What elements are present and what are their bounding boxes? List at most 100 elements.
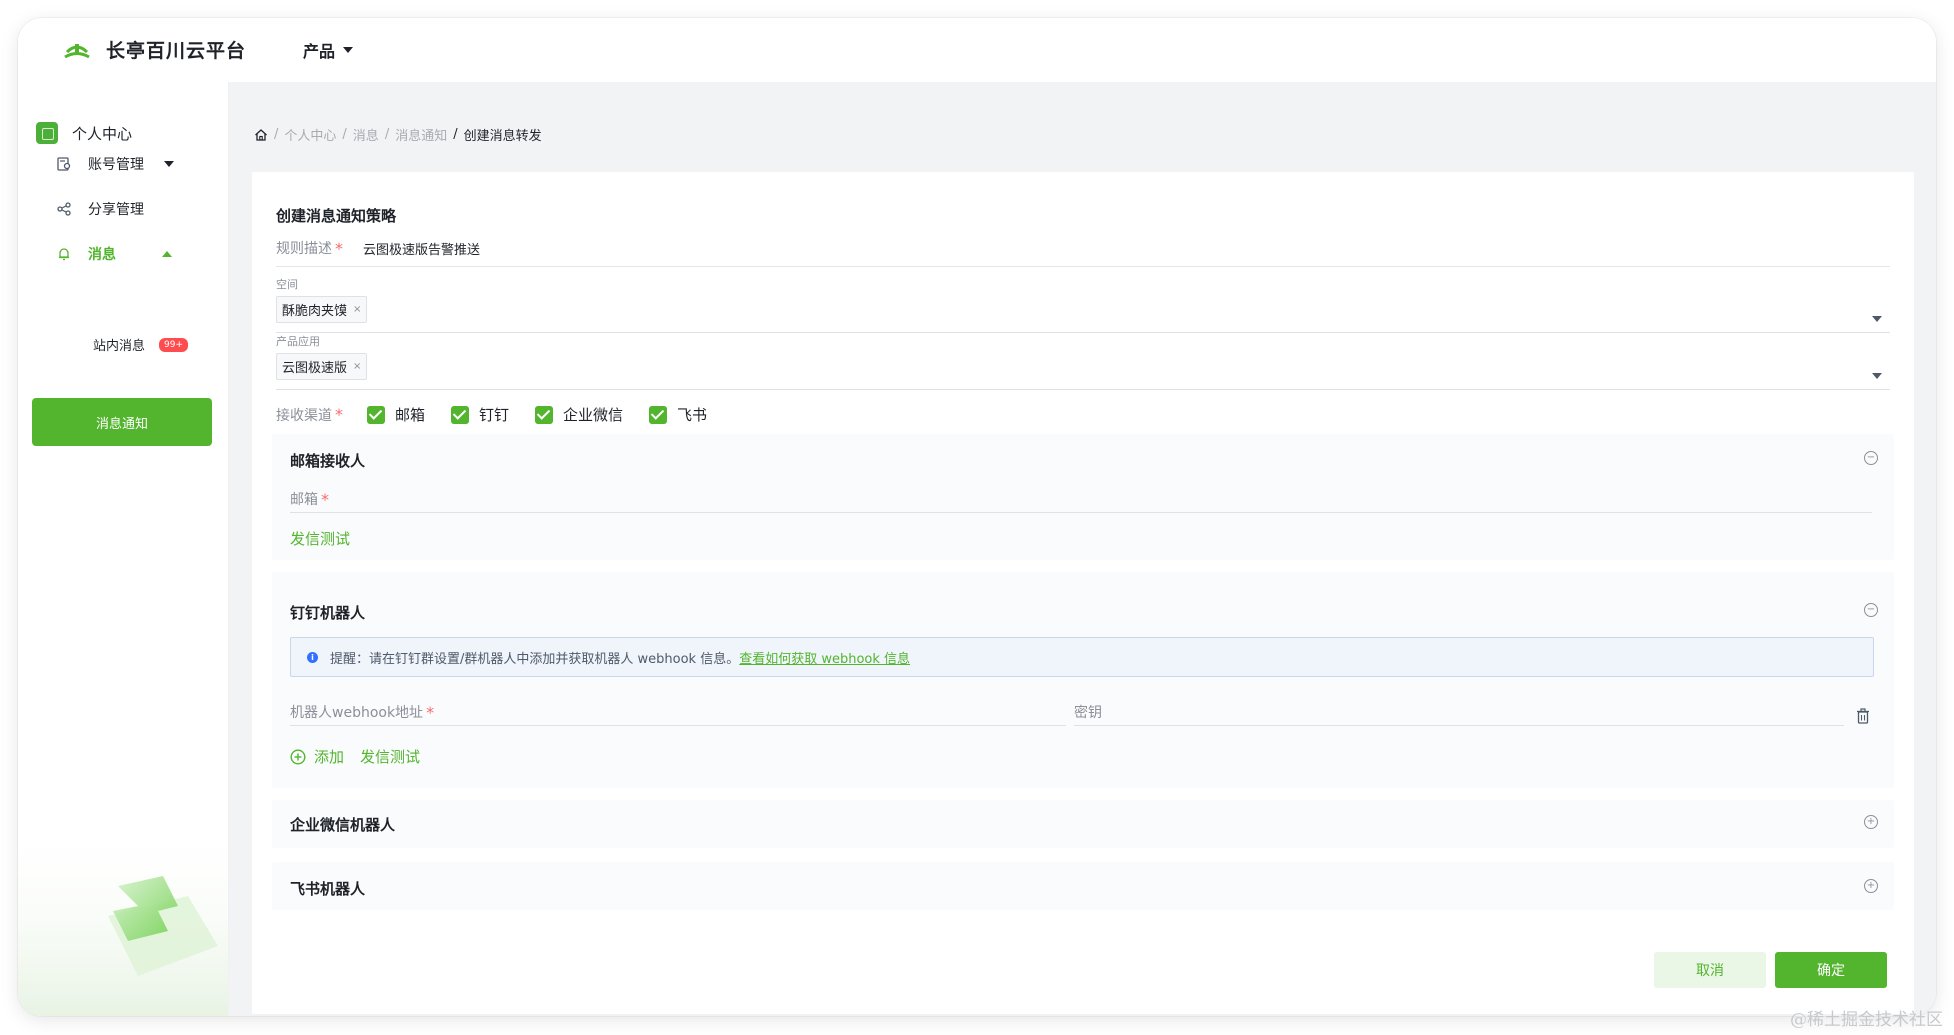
field-label: 产品应用 [276, 335, 320, 348]
field-label: 空间 [276, 278, 298, 291]
rule-description-field[interactable]: 规则描述 * 云图极速版告警推送 [276, 230, 1890, 267]
channel-wecom-checkbox[interactable]: 企业微信 [535, 404, 623, 425]
sidebar-header: 个人中心 [36, 122, 132, 144]
sidebar-subitem-notifications[interactable]: 消息通知 [32, 398, 212, 446]
send-test-link[interactable]: 发信测试 [360, 746, 420, 767]
tag-label: 云图极速版 [282, 361, 348, 376]
brand-logo-icon[interactable] [64, 38, 90, 62]
field-label: 邮箱 [290, 492, 318, 508]
email-recipients-section: 邮箱接收人 − 邮箱 * 发信测试 [272, 434, 1894, 560]
field-label: 机器人webhook地址 [290, 705, 424, 721]
decorative-illustration [18, 816, 228, 1016]
email-input[interactable]: 邮箱 * [290, 486, 1872, 513]
channel-group: 接收渠道 * 邮箱 钉钉 企业微信 飞书 [276, 404, 707, 425]
share-icon [56, 201, 72, 217]
channel-dingtalk-checkbox[interactable]: 钉钉 [451, 404, 509, 425]
home-icon[interactable] [254, 128, 268, 142]
sidebar-subitem-label: 站内消息 [93, 339, 146, 354]
expand-icon[interactable]: + [1864, 879, 1878, 893]
add-webhook-button[interactable]: 添加 [290, 746, 344, 767]
channel-feishu-checkbox[interactable]: 飞书 [649, 404, 707, 425]
sidebar-item-messages[interactable]: 消息 [56, 244, 172, 264]
sidebar: 个人中心 账号管理 分享管理 消息 站内消息 99+ 消息通知 [18, 82, 229, 1016]
required-mark: * [321, 489, 329, 509]
channel-email-checkbox[interactable]: 邮箱 [367, 404, 425, 425]
add-circle-icon [290, 748, 306, 765]
chevron-down-icon [1872, 316, 1882, 322]
breadcrumb-item[interactable]: 个人中心 [284, 125, 336, 144]
sidebar-subitem-label: 消息通知 [95, 416, 148, 432]
sidebar-subitem-inbox[interactable]: 站内消息 99+ [93, 335, 189, 354]
feishu-robot-section[interactable]: 飞书机器人 + [272, 862, 1894, 910]
top-navbar: 长亭百川云平台 产品 [18, 18, 1936, 82]
chevron-down-icon [164, 161, 174, 167]
sidebar-item-label: 分享管理 [88, 202, 144, 218]
personal-center-icon [36, 122, 58, 144]
info-icon: i [307, 651, 318, 663]
collapse-icon[interactable]: − [1864, 451, 1878, 465]
section-title: 企业微信机器人 [290, 816, 396, 834]
alert-text: 提醒：请在钉钉群设置/群机器人中添加并获取机器人 webhook 信息。 [330, 651, 740, 667]
product-menu[interactable]: 产品 [303, 38, 354, 62]
field-label: 密钥 [1074, 705, 1102, 721]
section-title: 飞书机器人 [290, 880, 366, 898]
product-app-select[interactable]: 产品应用 云图极速版 × [276, 333, 1890, 390]
selected-tag: 云图极速版 × [276, 353, 368, 380]
add-label: 添加 [314, 748, 345, 766]
field-label: 规则描述 [276, 241, 332, 257]
close-icon[interactable]: × [353, 361, 361, 372]
rule-description-value: 云图极速版告警推送 [363, 242, 481, 258]
tag-label: 酥脆肉夹馍 [282, 304, 348, 319]
chevron-down-icon [1872, 373, 1882, 379]
product-menu-label: 产品 [303, 42, 336, 61]
bell-icon [56, 246, 72, 262]
sidebar-item-label: 消息 [88, 247, 116, 263]
required-mark: * [426, 702, 435, 722]
collapse-icon[interactable]: − [1864, 603, 1878, 617]
webhook-url-input[interactable]: 机器人webhook地址 * [290, 699, 1066, 726]
section-title: 邮箱接收人 [290, 452, 366, 470]
app-window: 长亭百川云平台 产品 个人中心 账号管理 分享管理 消息 站内消息 99+ 消息… [18, 18, 1936, 1016]
breadcrumb-item[interactable]: 消息 [353, 125, 379, 144]
checkbox-label: 钉钉 [479, 406, 510, 424]
main-content: / 个人中心 / 消息 / 消息通知 / 创建消息转发 创建消息通知策略 规则描… [229, 82, 1936, 1016]
send-test-link[interactable]: 发信测试 [290, 528, 350, 549]
info-alert: i 提醒：请在钉钉群设置/群机器人中添加并获取机器人 webhook 信息。 查… [290, 637, 1874, 677]
wecom-robot-section[interactable]: 企业微信机器人 + [272, 800, 1894, 848]
chevron-down-icon [343, 47, 354, 53]
checkbox-checked-icon [649, 405, 668, 424]
field-label: 接收渠道 [276, 407, 332, 424]
expand-icon[interactable]: + [1864, 815, 1878, 829]
brand-name[interactable]: 长亭百川云平台 [106, 36, 246, 63]
secret-input[interactable]: 密钥 [1074, 699, 1844, 726]
account-icon [56, 156, 72, 172]
watermark: @稀土掘金技术社区 [1790, 1010, 1943, 1030]
confirm-button[interactable]: 确定 [1775, 952, 1887, 988]
close-icon[interactable]: × [353, 304, 361, 315]
cancel-button[interactable]: 取消 [1654, 952, 1766, 988]
sidebar-item-share[interactable]: 分享管理 [56, 199, 144, 219]
checkbox-label: 邮箱 [395, 406, 426, 424]
delete-icon[interactable] [1856, 708, 1870, 724]
checkbox-label: 飞书 [677, 406, 708, 424]
unread-count-badge: 99+ [159, 337, 189, 352]
help-link[interactable]: 查看如何获取 webhook 信息 [739, 648, 910, 667]
breadcrumb-item[interactable]: 消息通知 [395, 125, 447, 144]
dingtalk-robot-section: 钉钉机器人 − i 提醒：请在钉钉群设置/群机器人中添加并获取机器人 webho… [272, 572, 1894, 788]
space-select[interactable]: 空间 酥脆肉夹馍 × [276, 276, 1890, 333]
breadcrumb-current: 创建消息转发 [463, 129, 542, 144]
breadcrumb: / 个人中心 / 消息 / 消息通知 / 创建消息转发 [254, 125, 542, 144]
sidebar-item-label: 账号管理 [88, 157, 144, 173]
required-mark: * [335, 405, 343, 424]
checkbox-checked-icon [535, 405, 554, 424]
selected-tag: 酥脆肉夹馍 × [276, 296, 368, 323]
form-card: 创建消息通知策略 规则描述 * 云图极速版告警推送 空间 酥脆肉夹馍 × 产品应… [252, 172, 1914, 1014]
checkbox-label: 企业微信 [563, 406, 624, 424]
chevron-up-icon [162, 251, 172, 257]
form-title: 创建消息通知策略 [276, 207, 397, 225]
checkbox-checked-icon [367, 405, 385, 424]
checkbox-checked-icon [451, 405, 470, 424]
sidebar-header-label: 个人中心 [72, 124, 133, 143]
required-mark: * [335, 238, 343, 258]
sidebar-item-account[interactable]: 账号管理 [56, 154, 174, 174]
